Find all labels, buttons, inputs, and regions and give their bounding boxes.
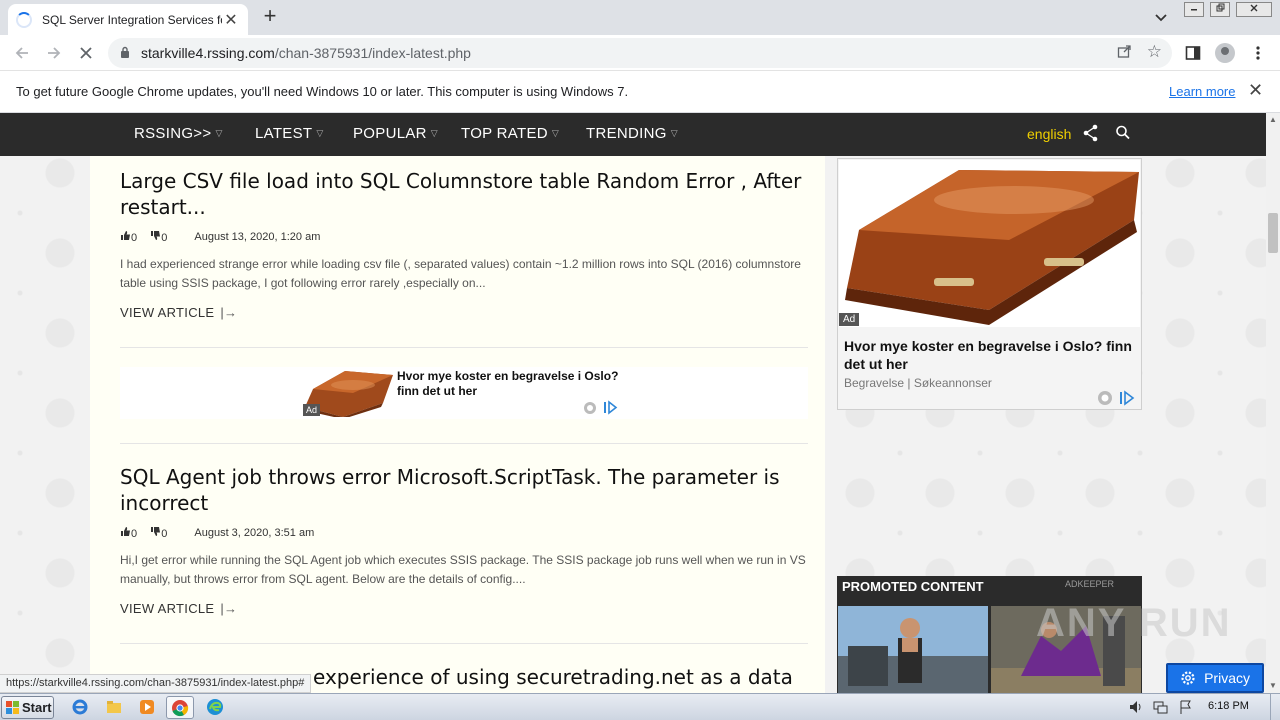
scroll-up-icon[interactable]: ▲ xyxy=(1266,113,1280,127)
file-explorer-icon[interactable] xyxy=(100,696,128,719)
ad-headline[interactable]: Hvor mye koster en begravelse i Oslo? fi… xyxy=(397,369,627,399)
article-title[interactable]: SQL Agent job throws error Microsoft.Scr… xyxy=(120,464,810,516)
view-article-link[interactable]: VIEW ARTICLE |→ xyxy=(120,305,810,320)
volume-icon[interactable] xyxy=(1128,699,1144,715)
article-excerpt: I had experienced strange error while lo… xyxy=(120,257,801,290)
edge-icon[interactable] xyxy=(201,696,229,719)
article-date: August 13, 2020, 1:20 am xyxy=(194,231,321,244)
lock-icon[interactable] xyxy=(120,46,130,58)
ad-badge: Ad xyxy=(303,404,321,416)
stop-loading-button[interactable] xyxy=(74,41,98,65)
system-clock[interactable]: 6:18 PM xyxy=(1208,700,1249,712)
sidebar-ad[interactable]: Ad Hvor mye koster en begravelse i Oslo?… xyxy=(837,158,1142,410)
site-navigation: RSSING>> ▽ LATEST ▽ POPULAR ▽ TOP RATED ▽ TR… xyxy=(0,113,1266,156)
system-tray: 6:18 PM xyxy=(1122,694,1280,720)
watermark: ANY RUN xyxy=(1036,601,1232,645)
privacy-button[interactable]: Privacy xyxy=(1166,663,1264,693)
promoted-thumbnail[interactable] xyxy=(838,606,988,693)
windows-taskbar: Start 6:18 PM xyxy=(0,693,1280,720)
gear-icon xyxy=(1181,671,1195,685)
article-meta: 0 0 August 3, 2020, 3:51 am xyxy=(120,526,810,540)
article-date: August 3, 2020, 3:51 am xyxy=(194,527,315,540)
article-excerpt: Hi,I get error while running the SQL Age… xyxy=(120,553,806,586)
restore-button[interactable] xyxy=(1210,2,1230,17)
thumbs-down-icon xyxy=(151,527,161,536)
thumbs-up-icon xyxy=(121,527,130,536)
dislike-count[interactable]: 0 xyxy=(150,230,167,244)
side-panel-icon[interactable] xyxy=(1181,41,1205,65)
chrome-taskbar-icon[interactable] xyxy=(166,696,194,719)
ad-badge: Ad xyxy=(839,313,860,326)
action-center-flag-icon[interactable] xyxy=(1178,699,1194,715)
infobar-message: To get future Google Chrome updates, you… xyxy=(16,84,629,99)
forward-button[interactable] xyxy=(42,41,66,65)
thumbs-down-icon xyxy=(151,231,161,240)
divider xyxy=(120,443,808,444)
ad-headline[interactable]: Hvor mye koster en begravelse i Oslo? fi… xyxy=(844,337,1134,373)
web-page: RSSING>> ▽ LATEST ▽ POPULAR ▽ TOP RATED ▽ TR… xyxy=(0,113,1266,693)
browser-toolbar: starkville4.rssing.com/chan-3875931/inde… xyxy=(0,35,1280,71)
article-item: Large CSV file load into SQL Columnstore… xyxy=(120,168,810,320)
divider xyxy=(120,347,808,348)
bookmark-star-icon[interactable]: ☆ xyxy=(1147,42,1162,62)
article-list: Large CSV file load into SQL Columnstore… xyxy=(90,156,825,693)
search-icon[interactable] xyxy=(1115,124,1131,142)
infobar-close-icon[interactable]: ✕ xyxy=(1248,80,1263,101)
like-count[interactable]: 0 xyxy=(120,230,137,244)
share-icon[interactable] xyxy=(1083,123,1099,143)
share-page-icon[interactable] xyxy=(1117,43,1132,62)
adchoices-icon[interactable] xyxy=(1096,389,1138,406)
tab-title: SQL Server Integration Services forum xyxy=(42,12,222,27)
new-tab-button[interactable]: + xyxy=(258,5,282,29)
article-meta: 0 0 August 13, 2020, 1:20 am xyxy=(120,230,810,244)
start-button[interactable]: Start xyxy=(1,696,54,719)
media-player-icon[interactable] xyxy=(133,696,161,719)
nav-item-trending[interactable]: TRENDING ▽ xyxy=(586,125,678,142)
status-bar-url: https://starkville4.rssing.com/chan-3875… xyxy=(0,674,312,693)
show-desktop-button[interactable] xyxy=(1270,694,1280,720)
inline-ad[interactable]: Ad Hvor mye koster en begravelse i Oslo?… xyxy=(120,367,808,419)
internet-explorer-icon[interactable] xyxy=(66,696,94,719)
scroll-thumb[interactable] xyxy=(1268,213,1278,253)
minimize-button[interactable] xyxy=(1184,2,1204,17)
promoted-brand: ADKEEPER xyxy=(1065,579,1115,589)
tab-close-icon[interactable]: ✕ xyxy=(222,10,240,30)
close-window-button[interactable] xyxy=(1236,2,1272,17)
tab-strip: SQL Server Integration Services forum ✕ … xyxy=(0,0,1280,35)
network-icon[interactable] xyxy=(1152,699,1168,715)
loading-spinner-icon xyxy=(16,11,32,28)
windows-logo-icon xyxy=(6,701,19,714)
url-text[interactable]: starkville4.rssing.com/chan-3875931/inde… xyxy=(141,45,471,61)
promoted-title: PROMOTED CONTENT xyxy=(842,579,984,594)
article-title[interactable]: Large CSV file load into SQL Columnstore… xyxy=(120,168,810,220)
adchoices-icon[interactable] xyxy=(582,399,622,415)
nav-item-top-rated[interactable]: TOP RATED ▽ xyxy=(461,125,559,142)
nav-item-latest[interactable]: LATEST ▽ xyxy=(255,125,324,142)
arrow-right-icon: |→ xyxy=(220,305,238,320)
nav-item-popular[interactable]: POPULAR ▽ xyxy=(353,125,438,142)
profile-avatar-icon[interactable] xyxy=(1213,41,1237,65)
learn-more-link[interactable]: Learn more xyxy=(1169,84,1235,99)
update-infobar: To get future Google Chrome updates, you… xyxy=(0,71,1280,113)
article-item: SQL Agent job throws error Microsoft.Scr… xyxy=(120,464,810,616)
arrow-right-icon: |→ xyxy=(220,601,238,616)
coffin-ad-image[interactable] xyxy=(839,160,1140,327)
ad-sponsor: Begravelse | Søkeannonser xyxy=(844,376,992,390)
view-article-link[interactable]: VIEW ARTICLE |→ xyxy=(120,601,810,616)
nav-item-rssing[interactable]: RSSING>> ▽ xyxy=(134,125,223,142)
chrome-menu-icon[interactable] xyxy=(1246,41,1270,65)
scroll-down-icon[interactable]: ▼ xyxy=(1266,679,1280,693)
dislike-count[interactable]: 0 xyxy=(150,526,167,540)
language-selector[interactable]: english xyxy=(1027,126,1071,142)
divider xyxy=(120,643,808,644)
page-scrollbar[interactable]: ▲ ▼ xyxy=(1266,113,1280,693)
tab-search-icon[interactable] xyxy=(1150,6,1172,28)
address-bar[interactable]: starkville4.rssing.com/chan-3875931/inde… xyxy=(108,38,1172,68)
browser-tab[interactable]: SQL Server Integration Services forum ✕ xyxy=(8,4,248,35)
back-button[interactable] xyxy=(10,41,34,65)
like-count[interactable]: 0 xyxy=(120,526,137,540)
thumbs-up-icon xyxy=(121,231,130,240)
